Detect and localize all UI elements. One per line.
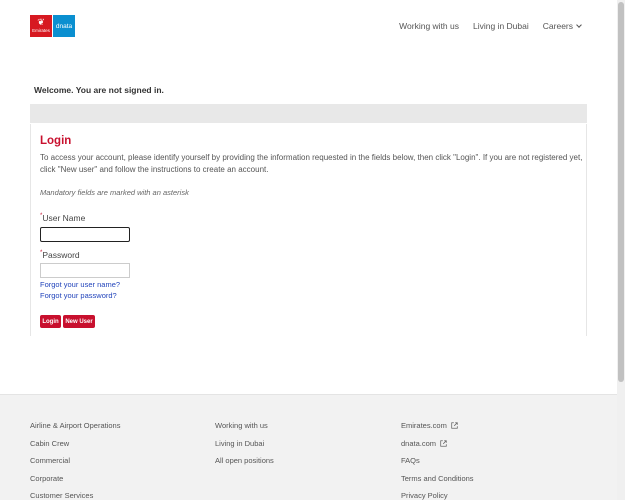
scrollbar-thumb[interactable]	[618, 2, 624, 382]
footer-link-corporate[interactable]: Corporate	[30, 474, 120, 492]
footer-link-all-open-positions[interactable]: All open positions	[215, 456, 274, 474]
top-nav: Working with us Living in Dubai Careers	[399, 21, 582, 31]
external-link-icon	[451, 422, 458, 429]
footer-link-dnata-com-label: dnata.com	[401, 438, 437, 448]
emirates-logo-text: Emirates	[32, 28, 50, 33]
password-input[interactable]	[40, 263, 130, 278]
grey-banner-bar	[30, 104, 587, 123]
new-user-button[interactable]: New User	[63, 315, 95, 328]
footer-column-external: Emirates.com dnata.com FAQs Terms and Co…	[401, 421, 474, 500]
site-footer: Airline & Airport Operations Cabin Crew …	[0, 394, 617, 500]
footer-link-living-in-dubai[interactable]: Living in Dubai	[215, 439, 274, 457]
footer-link-terms-and-conditions[interactable]: Terms and Conditions	[401, 474, 474, 492]
username-label-text: User Name	[42, 213, 86, 223]
forgot-password-link[interactable]: Forgot your password?	[40, 291, 117, 300]
external-link-icon	[440, 439, 447, 447]
welcome-message: Welcome. You are not signed in.	[34, 85, 164, 95]
chevron-down-icon	[576, 22, 582, 28]
footer-column-departments: Airline & Airport Operations Cabin Crew …	[30, 421, 120, 500]
site-header: ❦ Emirates dnata Working with us Living …	[0, 0, 617, 60]
nav-careers[interactable]: Careers	[542, 21, 582, 31]
emirates-logo: ❦ Emirates	[30, 15, 52, 37]
page: ❦ Emirates dnata Working with us Living …	[0, 0, 617, 500]
footer-link-commercial[interactable]: Commercial	[30, 456, 120, 474]
footer-link-dnata-com[interactable]: dnata.com	[401, 439, 474, 457]
login-button[interactable]: Login	[40, 315, 61, 328]
footer-link-faqs[interactable]: FAQs	[401, 456, 474, 474]
mandatory-note: Mandatory fields are marked with an aste…	[40, 188, 189, 197]
login-instructions: To access your account, please identify …	[40, 153, 583, 174]
emirates-emblem-icon: ❦	[37, 17, 45, 27]
footer-link-airline-airport-operations[interactable]: Airline & Airport Operations	[30, 421, 120, 439]
dnata-logo-text: dnata	[55, 22, 73, 30]
nav-careers-label: Careers	[542, 21, 573, 31]
password-label-text: Password	[42, 250, 80, 260]
logo[interactable]: ❦ Emirates dnata	[30, 15, 75, 37]
footer-link-privacy-policy[interactable]: Privacy Policy	[401, 491, 474, 500]
footer-link-emirates-com[interactable]: Emirates.com	[401, 421, 474, 439]
vertical-scrollbar[interactable]	[617, 0, 625, 500]
footer-link-working-with-us[interactable]: Working with us	[215, 421, 274, 439]
dnata-logo: dnata	[53, 15, 75, 37]
nav-living-in-dubai[interactable]: Living in Dubai	[473, 21, 529, 31]
footer-link-customer-services[interactable]: Customer Services	[30, 491, 120, 500]
password-label: *Password	[40, 250, 80, 260]
username-input[interactable]	[40, 227, 130, 242]
nav-working-with-us[interactable]: Working with us	[399, 21, 459, 31]
footer-link-cabin-crew[interactable]: Cabin Crew	[30, 439, 120, 457]
login-title: Login	[40, 135, 72, 147]
forgot-username-link[interactable]: Forgot your user name?	[40, 280, 120, 289]
username-label: *User Name	[40, 213, 85, 223]
footer-link-emirates-com-label: Emirates.com	[401, 421, 447, 430]
footer-column-careers: Working with us Living in Dubai All open…	[215, 421, 274, 474]
